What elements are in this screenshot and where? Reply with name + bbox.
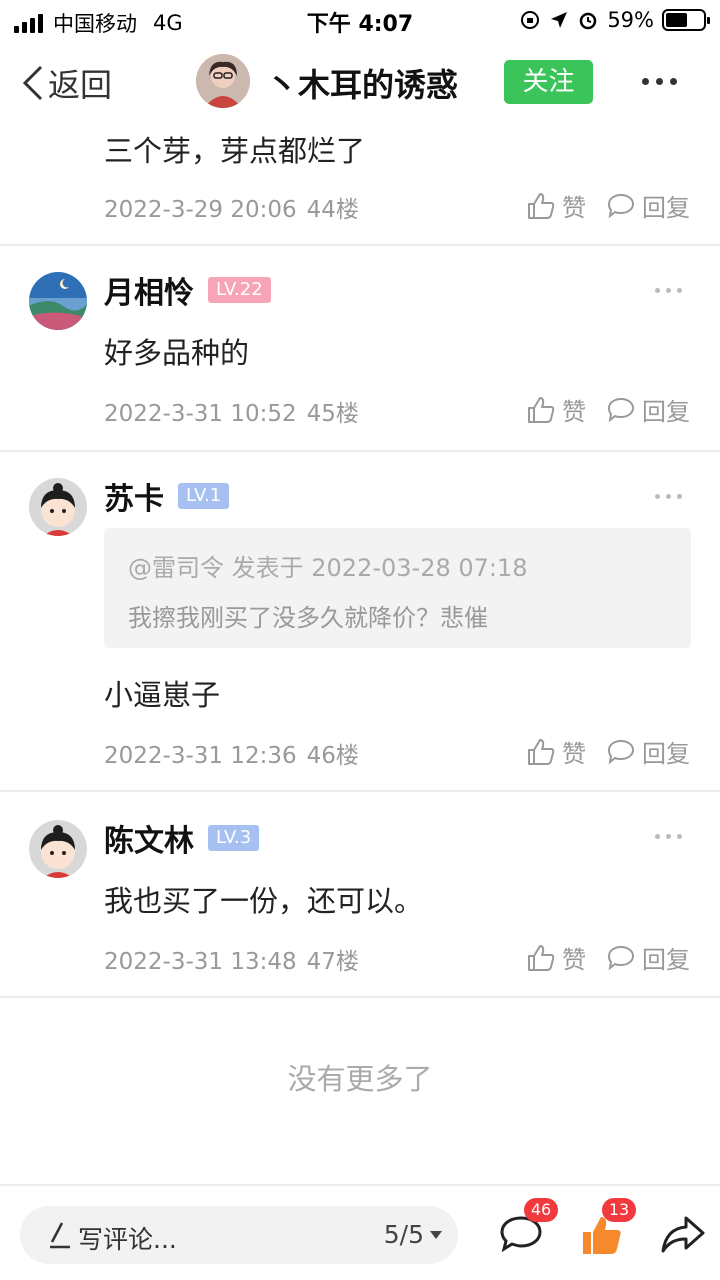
back-label: 返回 <box>48 66 113 104</box>
like-button[interactable]: 赞 <box>526 734 586 769</box>
comment-item: 三个芽，芽点都烂了 2022-3-29 20:06 44楼 赞 回复 <box>0 124 720 246</box>
no-more-label: 没有更多了 <box>287 1062 433 1096</box>
share-button[interactable] <box>660 1214 706 1258</box>
comment-floor: 46楼 <box>306 743 359 769</box>
author-name[interactable]: 丶木耳的诱惑 <box>266 60 458 106</box>
user-name-row: 苏卡 LV.1 <box>104 474 230 518</box>
comment-date: 2022-3-31 12:36 <box>104 743 297 769</box>
comment-floor: 45楼 <box>306 401 359 427</box>
comment-date: 2022-3-31 13:48 <box>104 949 297 975</box>
comment-text: 三个芽，芽点都烂了 <box>104 134 366 168</box>
comment-count-badge: 46 <box>524 1198 558 1222</box>
comment-item: 苏卡 LV.1 @雷司令 发表于 2022-03-28 07:18 我擦我刚买了… <box>0 452 720 792</box>
comment-date: 2022-3-29 20:06 <box>104 197 297 223</box>
user-name[interactable]: 陈文林 <box>104 816 194 860</box>
comment-more-icon[interactable] <box>655 834 682 839</box>
thumbs-up-icon <box>528 396 555 423</box>
comment-text: 小逼崽子 <box>104 678 221 712</box>
comment-placeholder: 写评论... <box>78 1225 177 1254</box>
location-icon <box>551 12 568 28</box>
reply-label: 回复 <box>642 194 690 222</box>
quote-text: 我擦我刚买了没多久就降价？悲催 <box>128 604 488 632</box>
comment-date: 2022-3-31 10:52 <box>104 401 297 427</box>
user-name-row: 月相怜 LV.22 <box>104 268 271 312</box>
user-avatar[interactable] <box>29 478 87 536</box>
like-button[interactable]: 赞 <box>526 188 586 223</box>
level-badge: LV.22 <box>208 277 271 303</box>
user-avatar[interactable] <box>29 272 87 330</box>
reply-button[interactable]: 回复 <box>606 392 690 427</box>
speech-bubble-icon <box>607 397 635 422</box>
back-button[interactable]: 返回 <box>22 60 112 106</box>
chevron-left-icon <box>22 65 43 101</box>
comment-item: 陈文林 LV.3 我也买了一份，还可以。 2022-3-31 13:48 47楼 … <box>0 792 720 998</box>
reply-label: 回复 <box>642 946 690 974</box>
comment-text: 好多品种的 <box>104 336 250 370</box>
comment-item: 月相怜 LV.22 好多品种的 2022-3-31 10:52 45楼 赞 回复 <box>0 246 720 452</box>
thumbs-up-icon <box>528 192 555 219</box>
pen-icon <box>50 1222 70 1249</box>
comment-actions: 赞 回复 <box>526 940 690 975</box>
caret-down-icon <box>430 1230 442 1239</box>
page-selector[interactable]: 5/5 <box>384 1220 442 1249</box>
comment-meta: 2022-3-31 12:36 46楼 <box>104 736 359 770</box>
level-badge: LV.1 <box>178 483 230 509</box>
like-button[interactable]: 赞 <box>526 392 586 427</box>
like-label: 赞 <box>562 194 586 222</box>
author-avatar[interactable] <box>196 54 250 108</box>
thumbs-up-icon <box>528 944 555 971</box>
comment-actions: 赞 回复 <box>526 392 690 427</box>
alarm-icon <box>580 12 597 30</box>
speech-bubble-icon <box>607 193 635 218</box>
user-name-row: 陈文林 LV.3 <box>104 816 260 860</box>
quote-header: @雷司令 发表于 2022-03-28 07:18 <box>128 554 528 582</box>
comment-actions: 赞 回复 <box>526 188 690 223</box>
comment-text: 我也买了一份，还可以。 <box>104 884 424 918</box>
bottom-bar: 写评论... 5/5 46 13 <box>0 1184 720 1280</box>
comment-meta: 2022-3-31 13:48 47楼 <box>104 942 359 976</box>
speech-bubble-icon <box>607 739 635 764</box>
share-icon <box>661 1216 705 1253</box>
reply-label: 回复 <box>642 740 690 768</box>
thumbs-up-icon <box>528 738 555 765</box>
comment-input[interactable]: 写评论... 5/5 <box>20 1206 458 1264</box>
like-label: 赞 <box>562 740 586 768</box>
comments-button[interactable]: 46 <box>498 1198 558 1258</box>
comment-more-icon[interactable] <box>655 494 682 499</box>
user-avatar[interactable] <box>29 820 87 878</box>
like-post-button[interactable]: 13 <box>580 1198 636 1260</box>
follow-button[interactable]: 关注 <box>504 60 593 104</box>
comment-meta: 2022-3-31 10:52 45楼 <box>104 394 359 428</box>
quoted-comment[interactable]: @雷司令 发表于 2022-03-28 07:18 我擦我刚买了没多久就降价？悲… <box>104 528 691 648</box>
status-bar: 中国移动 4G 下午 4:07 59% <box>0 0 720 40</box>
comment-meta: 2022-3-29 20:06 44楼 <box>104 190 359 224</box>
user-name[interactable]: 苏卡 <box>104 474 164 518</box>
comment-actions: 赞 回复 <box>526 734 690 769</box>
nav-bar: 返回 丶木耳的诱惑 关注 <box>0 40 720 124</box>
level-badge: LV.3 <box>208 825 260 851</box>
rotation-lock-icon <box>521 11 540 29</box>
like-label: 赞 <box>562 398 586 426</box>
battery-percent: 59% <box>607 8 654 32</box>
page-indicator: 5/5 <box>383 1220 424 1249</box>
like-count-badge: 13 <box>602 1198 636 1222</box>
like-button[interactable]: 赞 <box>526 940 586 975</box>
reply-label: 回复 <box>642 398 690 426</box>
reply-button[interactable]: 回复 <box>606 188 690 223</box>
user-name[interactable]: 月相怜 <box>104 268 194 312</box>
comment-floor: 47楼 <box>306 949 359 975</box>
reply-button[interactable]: 回复 <box>606 734 690 769</box>
speech-bubble-icon <box>607 945 635 970</box>
reply-button[interactable]: 回复 <box>606 940 690 975</box>
comment-floor: 44楼 <box>306 197 359 223</box>
like-label: 赞 <box>562 946 586 974</box>
comment-more-icon[interactable] <box>655 288 682 293</box>
status-right: 59% <box>519 8 710 32</box>
more-options-icon[interactable] <box>642 78 677 85</box>
battery-icon <box>662 9 710 31</box>
